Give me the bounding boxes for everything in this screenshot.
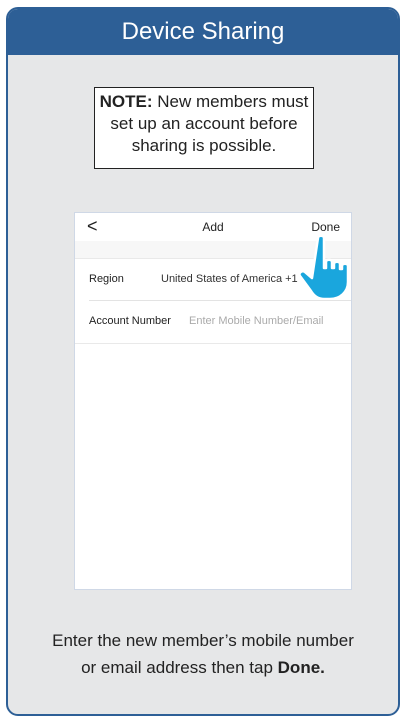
instruction-caption: Enter the new member’s mobile number or … (8, 627, 398, 681)
region-label: Region (89, 273, 124, 285)
header-title: Device Sharing (121, 18, 285, 45)
caption-line2: or email address then tap (81, 658, 278, 677)
done-button[interactable]: Done (311, 220, 340, 234)
screen-title: Add (202, 220, 224, 234)
account-row[interactable]: Account Number Enter Mobile Number/Email (75, 301, 351, 341)
header-bar: Device Sharing (8, 9, 398, 55)
note-label: NOTE: (99, 92, 153, 111)
note-box: NOTE: New members must set up an account… (94, 87, 314, 169)
account-number-input[interactable]: Enter Mobile Number/Email (189, 315, 324, 327)
caption-done-emphasis: Done. (277, 658, 325, 677)
note-line3: sharing is possible. (131, 136, 277, 155)
region-value[interactable]: United States of America +1 (161, 273, 298, 285)
pointing-hand-icon (298, 234, 350, 300)
caption-line1: Enter the new member’s mobile number (52, 631, 354, 650)
device-sharing-card: Device Sharing NOTE: New members must se… (6, 7, 400, 716)
note-line2: set up an account before (110, 114, 298, 133)
note-line1: New members must (157, 92, 309, 111)
account-label: Account Number (89, 315, 171, 327)
